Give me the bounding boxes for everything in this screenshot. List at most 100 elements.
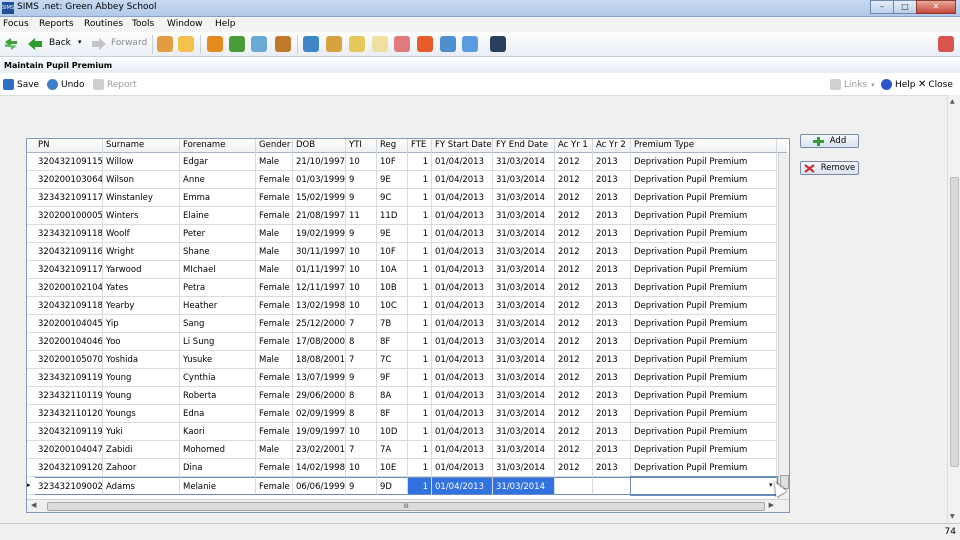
column-header-pn[interactable]: PN xyxy=(35,139,103,153)
cell-ac-yr-2[interactable] xyxy=(593,477,631,495)
cell-dob[interactable]: 01/11/1997 xyxy=(293,261,346,279)
cell-pn[interactable]: 320200103064 xyxy=(35,171,103,189)
cell-dob[interactable]: 25/12/2000 xyxy=(293,315,346,333)
cell-fy-end[interactable]: 31/03/2014 xyxy=(493,369,555,387)
scroll-down-icon[interactable]: ▼ xyxy=(950,513,955,520)
cell-pn[interactable]: 320200104045 xyxy=(35,315,103,333)
cell-pn[interactable]: 323432109118 xyxy=(35,225,103,243)
cell-reg[interactable]: 10E xyxy=(377,459,408,477)
remove-button[interactable]: Remove xyxy=(800,161,859,175)
cell-ac-yr-1[interactable]: 2012 xyxy=(555,351,593,369)
cell-pn[interactable]: 320200104047 xyxy=(35,441,103,459)
cell-forename[interactable]: Edgar xyxy=(180,153,256,171)
cell-forename[interactable]: Yusuke xyxy=(180,351,256,369)
cell-yti[interactable]: 11 xyxy=(346,207,377,225)
cell-fy-end[interactable]: 31/03/2014 xyxy=(493,315,555,333)
cell-pn[interactable]: 323432109119 xyxy=(35,369,103,387)
cell-fte[interactable]: 1 xyxy=(408,261,432,279)
report-button[interactable]: Report xyxy=(93,79,137,90)
cell-premium-type[interactable]: Deprivation Pupil Premium xyxy=(631,369,777,387)
cell-ac-yr-2[interactable]: 2013 xyxy=(593,297,631,315)
minimize-button[interactable]: – xyxy=(870,0,894,14)
cell-ac-yr-2[interactable]: 2013 xyxy=(593,261,631,279)
cell-premium-type[interactable]: Deprivation Pupil Premium xyxy=(631,423,777,441)
column-header-reg[interactable]: Reg xyxy=(377,139,408,153)
cell-reg[interactable]: 8F xyxy=(377,405,408,423)
cell-forename[interactable]: Roberta xyxy=(180,387,256,405)
cell-ac-yr-1[interactable]: 2012 xyxy=(555,297,593,315)
cell-fy-start[interactable]: 01/04/2013 xyxy=(432,279,493,297)
cell-fy-end[interactable]: 31/03/2014 xyxy=(493,387,555,405)
add-button[interactable]: Add xyxy=(800,134,859,148)
save-button[interactable]: Save xyxy=(3,79,39,90)
cell-ac-yr-1[interactable]: 2012 xyxy=(555,189,593,207)
back-dropdown-icon[interactable]: ▾ xyxy=(78,38,82,46)
cell-forename[interactable]: Sang xyxy=(180,315,256,333)
cell-gender[interactable]: Male xyxy=(256,261,293,279)
cell-fte[interactable]: 1 xyxy=(408,171,432,189)
column-header-fte[interactable]: FTE xyxy=(408,139,432,153)
cell-ac-yr-1[interactable]: 2012 xyxy=(555,207,593,225)
table-row[interactable]: 323432109118 Woolf Peter Male 19/02/1999 9 9E 1… xyxy=(27,225,777,243)
cell-pn[interactable]: 323432109002 xyxy=(35,477,103,495)
cell-ac-yr-1[interactable]: 2012 xyxy=(555,225,593,243)
cell-dob[interactable]: 19/09/1997 xyxy=(293,423,346,441)
cell-premium-type[interactable]: Deprivation Pupil Premium xyxy=(631,387,777,405)
cell-gender[interactable]: Female xyxy=(256,279,293,297)
table-row[interactable]: 320432109119 Yuki Kaori Female 19/09/1997 10 1… xyxy=(27,423,777,441)
cell-premium-type[interactable]: Deprivation Pupil Premium xyxy=(631,261,777,279)
cell-fte[interactable]: 1 xyxy=(408,387,432,405)
table-row[interactable]: 320200102104 Yates Petra Female 12/11/1997 10… xyxy=(27,279,777,297)
cell-gender[interactable]: Female xyxy=(256,297,293,315)
scroll-right-icon[interactable]: ▶ xyxy=(769,501,774,509)
cell-fy-start[interactable]: 01/04/2013 xyxy=(432,153,493,171)
table-row[interactable]: 320432109117 Yarwood MIchael Male 01/11/1997… xyxy=(27,261,777,279)
cell-forename[interactable]: Petra xyxy=(180,279,256,297)
close-window-button[interactable]: ✕ xyxy=(916,0,956,14)
cell-yti[interactable]: 9 xyxy=(346,225,377,243)
cell-fte[interactable]: 1 xyxy=(408,207,432,225)
cell-dob[interactable]: 12/11/1997 xyxy=(293,279,346,297)
cell-gender[interactable]: Female xyxy=(256,315,293,333)
cell-gender[interactable]: Female xyxy=(256,423,293,441)
cell-fy-start[interactable]: 01/04/2013 xyxy=(432,387,493,405)
cell-yti[interactable]: 9 xyxy=(346,369,377,387)
cell-yti[interactable]: 10 xyxy=(346,153,377,171)
user-group-icon[interactable] xyxy=(394,36,410,52)
cell-surname[interactable]: Yuki xyxy=(103,423,180,441)
cell-ac-yr-1[interactable]: 2012 xyxy=(555,261,593,279)
cell-fte[interactable]: 1 xyxy=(408,369,432,387)
cell-fte[interactable]: 1 xyxy=(408,477,432,495)
cell-fte[interactable]: 1 xyxy=(408,315,432,333)
help-lifebuoy-icon[interactable] xyxy=(938,36,954,52)
cell-pn[interactable]: 323432109117 xyxy=(35,189,103,207)
cell-fte[interactable]: 1 xyxy=(408,441,432,459)
cell-pn[interactable]: 323432110120 xyxy=(35,405,103,423)
cell-gender[interactable]: Female xyxy=(256,387,293,405)
menu-focus[interactable]: Focus xyxy=(3,19,29,29)
cell-yti[interactable]: 10 xyxy=(346,261,377,279)
help-button[interactable]: Help xyxy=(881,79,916,90)
cell-gender[interactable]: Male xyxy=(256,225,293,243)
cell-ac-yr-1[interactable]: 2012 xyxy=(555,153,593,171)
cell-ac-yr-1[interactable]: 2012 xyxy=(555,387,593,405)
cell-ac-yr-1[interactable] xyxy=(555,477,593,495)
cell-reg[interactable]: 8A xyxy=(377,387,408,405)
cell-fte[interactable]: 1 xyxy=(408,153,432,171)
close-button[interactable]: ✕ Close xyxy=(918,79,953,90)
cell-surname[interactable]: Young xyxy=(103,387,180,405)
cell-surname[interactable]: Yoo xyxy=(103,333,180,351)
cell-forename[interactable]: Peter xyxy=(180,225,256,243)
cell-surname[interactable]: Wright xyxy=(103,243,180,261)
cell-forename[interactable]: Melanie xyxy=(180,477,256,495)
cell-reg[interactable]: 9C xyxy=(377,189,408,207)
menu-tools[interactable]: Tools xyxy=(132,19,154,29)
users-icon[interactable] xyxy=(462,36,478,52)
cell-gender[interactable]: Female xyxy=(256,405,293,423)
cell-surname[interactable]: Winstanley xyxy=(103,189,180,207)
document-icon[interactable] xyxy=(372,36,388,52)
cell-reg[interactable]: 7A xyxy=(377,441,408,459)
table-row[interactable]: 323432109119 Young Cynthia Female 13/07/1999… xyxy=(27,369,777,387)
cell-surname[interactable]: Yarwood xyxy=(103,261,180,279)
cell-yti[interactable]: 8 xyxy=(346,405,377,423)
